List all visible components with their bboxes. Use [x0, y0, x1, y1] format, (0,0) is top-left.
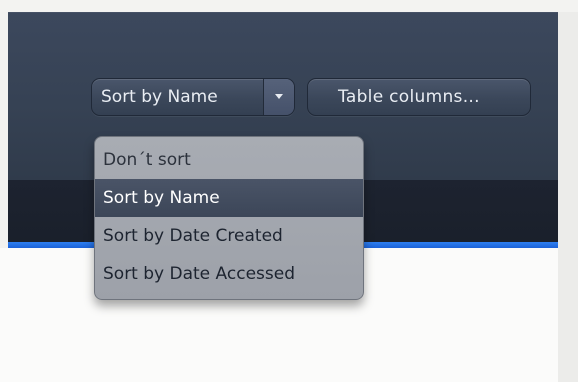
sort-dropdown-arrow[interactable] [263, 79, 294, 115]
menu-item-sort-by-name[interactable]: Sort by Name [95, 179, 363, 217]
window-left-frame [0, 12, 8, 248]
window-top-frame [0, 0, 578, 12]
chevron-down-icon [275, 94, 283, 99]
menu-item-dont-sort[interactable]: Don´t sort [95, 141, 363, 179]
table-columns-button[interactable]: Table columns... [307, 78, 531, 116]
sort-dropdown[interactable]: Sort by Name [91, 78, 295, 116]
menu-item-sort-by-date-accessed[interactable]: Sort by Date Accessed [95, 255, 363, 293]
sort-dropdown-menu: Don´t sort Sort by Name Sort by Date Cre… [94, 136, 364, 300]
sort-dropdown-value: Sort by Name [101, 87, 218, 107]
menu-item-sort-by-date-created[interactable]: Sort by Date Created [95, 217, 363, 255]
window-right-frame [558, 12, 578, 382]
table-columns-label: Table columns... [338, 87, 480, 107]
